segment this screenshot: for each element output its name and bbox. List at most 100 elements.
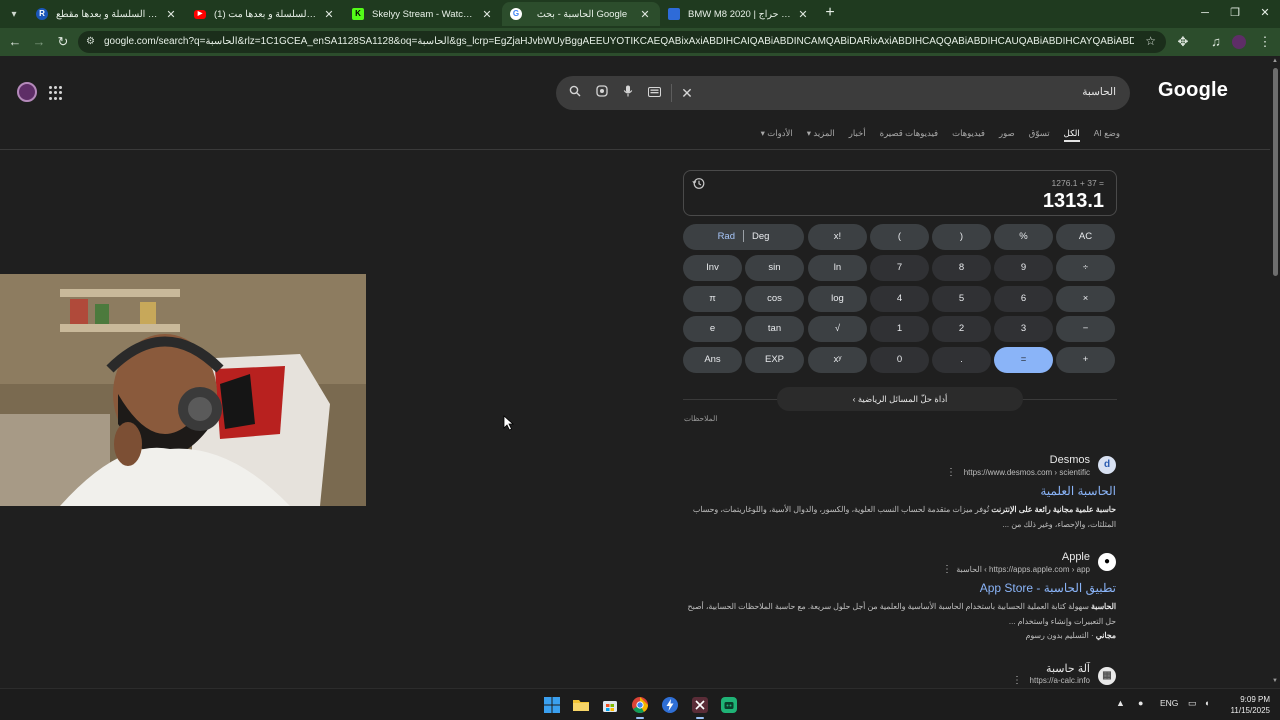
result-site-name[interactable]: آلة حاسبة [1046,662,1090,675]
tab-search-icon[interactable]: ▾ [4,4,24,24]
ln-key[interactable]: ln [808,255,867,281]
microphone-tray-icon[interactable]: ● [1138,698,1143,708]
right-paren-key[interactable]: ) [932,224,991,250]
inverse-key[interactable]: Inv [683,255,742,281]
whatsapp-icon[interactable] [720,696,738,714]
account-avatar[interactable] [17,82,37,102]
lens-icon[interactable] [593,84,611,102]
reload-icon[interactable]: ↻ [54,33,72,51]
address-url[interactable]: google.com/search?q=الحاسبة&rlz=1C1GCEA_… [104,35,1134,49]
tab-youtube[interactable]: ▶ (1) تتكلم عن السلسلة و بعدها مت... ✕ [186,2,344,26]
power-key[interactable]: xʸ [808,347,867,373]
search-box[interactable]: الحاسبة ✕ [556,76,1130,110]
chrome-icon[interactable] [631,696,649,719]
sqrt-key[interactable]: √ [808,316,867,342]
factorial-key[interactable]: x! [808,224,867,250]
percent-key[interactable]: % [994,224,1053,250]
math-solver-button[interactable]: أداة حلّ المسائل الرياضية › [777,387,1023,411]
tab-close-icon[interactable]: ✕ [480,8,494,21]
tab-close-icon[interactable]: ✕ [638,8,652,21]
result-title[interactable]: الحاسبة العلمية [1040,484,1116,498]
digit-3-key[interactable]: 3 [994,316,1053,342]
forward-icon[interactable]: → [30,33,48,51]
more-options-icon[interactable]: ⋮ [942,564,952,575]
site-info-icon[interactable]: ⚙ [86,35,100,49]
restore-icon[interactable]: ❐ [1220,4,1250,22]
tab-shopping[interactable]: تسوّق [1029,128,1050,142]
close-window-icon[interactable]: ✕ [1250,4,1280,22]
tab-stream-clip[interactable]: R تتكلم عن السلسلة و بعدها مقطع ✕ [28,2,186,26]
all-clear-key[interactable]: AC [1056,224,1115,250]
feedback-link[interactable]: الملاحظات [684,414,717,423]
result-url[interactable]: https://a-calc.info [1030,676,1090,685]
new-tab-button[interactable]: + [822,4,838,22]
speed-app-icon[interactable] [661,696,679,714]
system-clock[interactable]: 9:09 PM 11/15/2025 [1210,694,1270,716]
tab-close-icon[interactable]: ✕ [322,8,336,21]
scroll-down-icon[interactable]: ▼ [1271,678,1279,686]
divide-key[interactable]: ÷ [1056,255,1115,281]
pi-key[interactable]: π [683,286,742,312]
tab-videos[interactable]: فيديوهات [952,128,985,142]
result-url[interactable]: https://www.desmos.com › scientific [964,468,1090,477]
tray-overflow-icon[interactable]: ▲ [1116,698,1125,708]
digit-8-key[interactable]: 8 [932,255,991,281]
result-url[interactable]: https://apps.apple.com › app › الحاسبة [956,565,1090,574]
microphone-icon[interactable] [619,84,637,102]
sin-key[interactable]: sin [745,255,804,281]
result-title[interactable]: تطبيق الحاسبة - App Store [980,581,1116,595]
tab-more[interactable]: المزيد ▾ [807,128,835,142]
more-options-icon[interactable]: ⋮ [946,467,956,478]
google-apps-icon[interactable] [49,86,63,100]
file-explorer-icon[interactable] [572,696,590,714]
more-options-icon[interactable]: ⋮ [1012,675,1022,686]
tab-kick-stream[interactable]: K Skelyy Stream - Watch Live on K ✕ [344,2,502,26]
multiply-key[interactable]: × [1056,286,1115,312]
tab-images[interactable]: صور [999,128,1015,142]
scrollbar-thumb[interactable] [1273,68,1278,276]
search-input[interactable]: الحاسبة [1082,86,1116,98]
deg-key[interactable]: Deg [752,231,769,242]
rad-key[interactable]: Rad [718,231,735,242]
tan-key[interactable]: tan [745,316,804,342]
search-icon[interactable] [566,84,584,102]
bookmark-star-icon[interactable]: ☆ [1145,34,1156,48]
tab-all[interactable]: الكل [1063,128,1080,142]
tab-close-icon[interactable]: ✕ [164,8,178,21]
tab-short-videos[interactable]: فيديوهات قصيرة [880,128,938,142]
minus-key[interactable]: − [1056,316,1115,342]
digit-6-key[interactable]: 6 [994,286,1053,312]
microsoft-store-icon[interactable] [601,696,619,714]
clear-search-icon[interactable]: ✕ [678,84,696,102]
back-icon[interactable]: ← [6,33,24,51]
digit-5-key[interactable]: 5 [932,286,991,312]
volume-icon[interactable]: ◖ [1204,698,1209,708]
google-logo[interactable]: Google [1158,79,1228,102]
input-language[interactable]: ENG [1160,698,1178,708]
profile-avatar-icon[interactable] [1232,35,1246,49]
tab-google-calculator[interactable]: G الحاسبة - بحث Google ✕ [502,2,660,26]
tab-close-icon[interactable]: ✕ [796,8,810,21]
digit-4-key[interactable]: 4 [870,286,929,312]
result-site-name[interactable]: Desmos [1050,454,1090,466]
keyboard-icon[interactable] [645,84,663,102]
left-paren-key[interactable]: ( [870,224,929,250]
cos-key[interactable]: cos [745,286,804,312]
plus-key[interactable]: + [1056,347,1115,373]
capcut-icon[interactable] [691,696,709,719]
exp-key[interactable]: EXP [745,347,804,373]
page-scrollbar[interactable]: ▲ ▼ [1270,56,1280,688]
minimize-icon[interactable]: ─ [1190,4,1220,22]
windows-start-icon[interactable] [543,696,561,714]
scroll-up-icon[interactable]: ▲ [1271,58,1279,66]
digit-7-key[interactable]: 7 [870,255,929,281]
digit-9-key[interactable]: 9 [994,255,1053,281]
log-key[interactable]: log [808,286,867,312]
address-bar[interactable]: ⚙ google.com/search?q=الحاسبة&rlz=1C1GCE… [78,31,1166,53]
answer-key[interactable]: Ans [683,347,742,373]
equals-key[interactable]: = [994,347,1053,373]
digit-0-key[interactable]: 0 [870,347,929,373]
tab-news[interactable]: أخبار [849,128,866,142]
tab-ai-mode[interactable]: وضع AI [1094,128,1120,142]
tab-tools[interactable]: الأدوات ▾ [761,128,793,142]
